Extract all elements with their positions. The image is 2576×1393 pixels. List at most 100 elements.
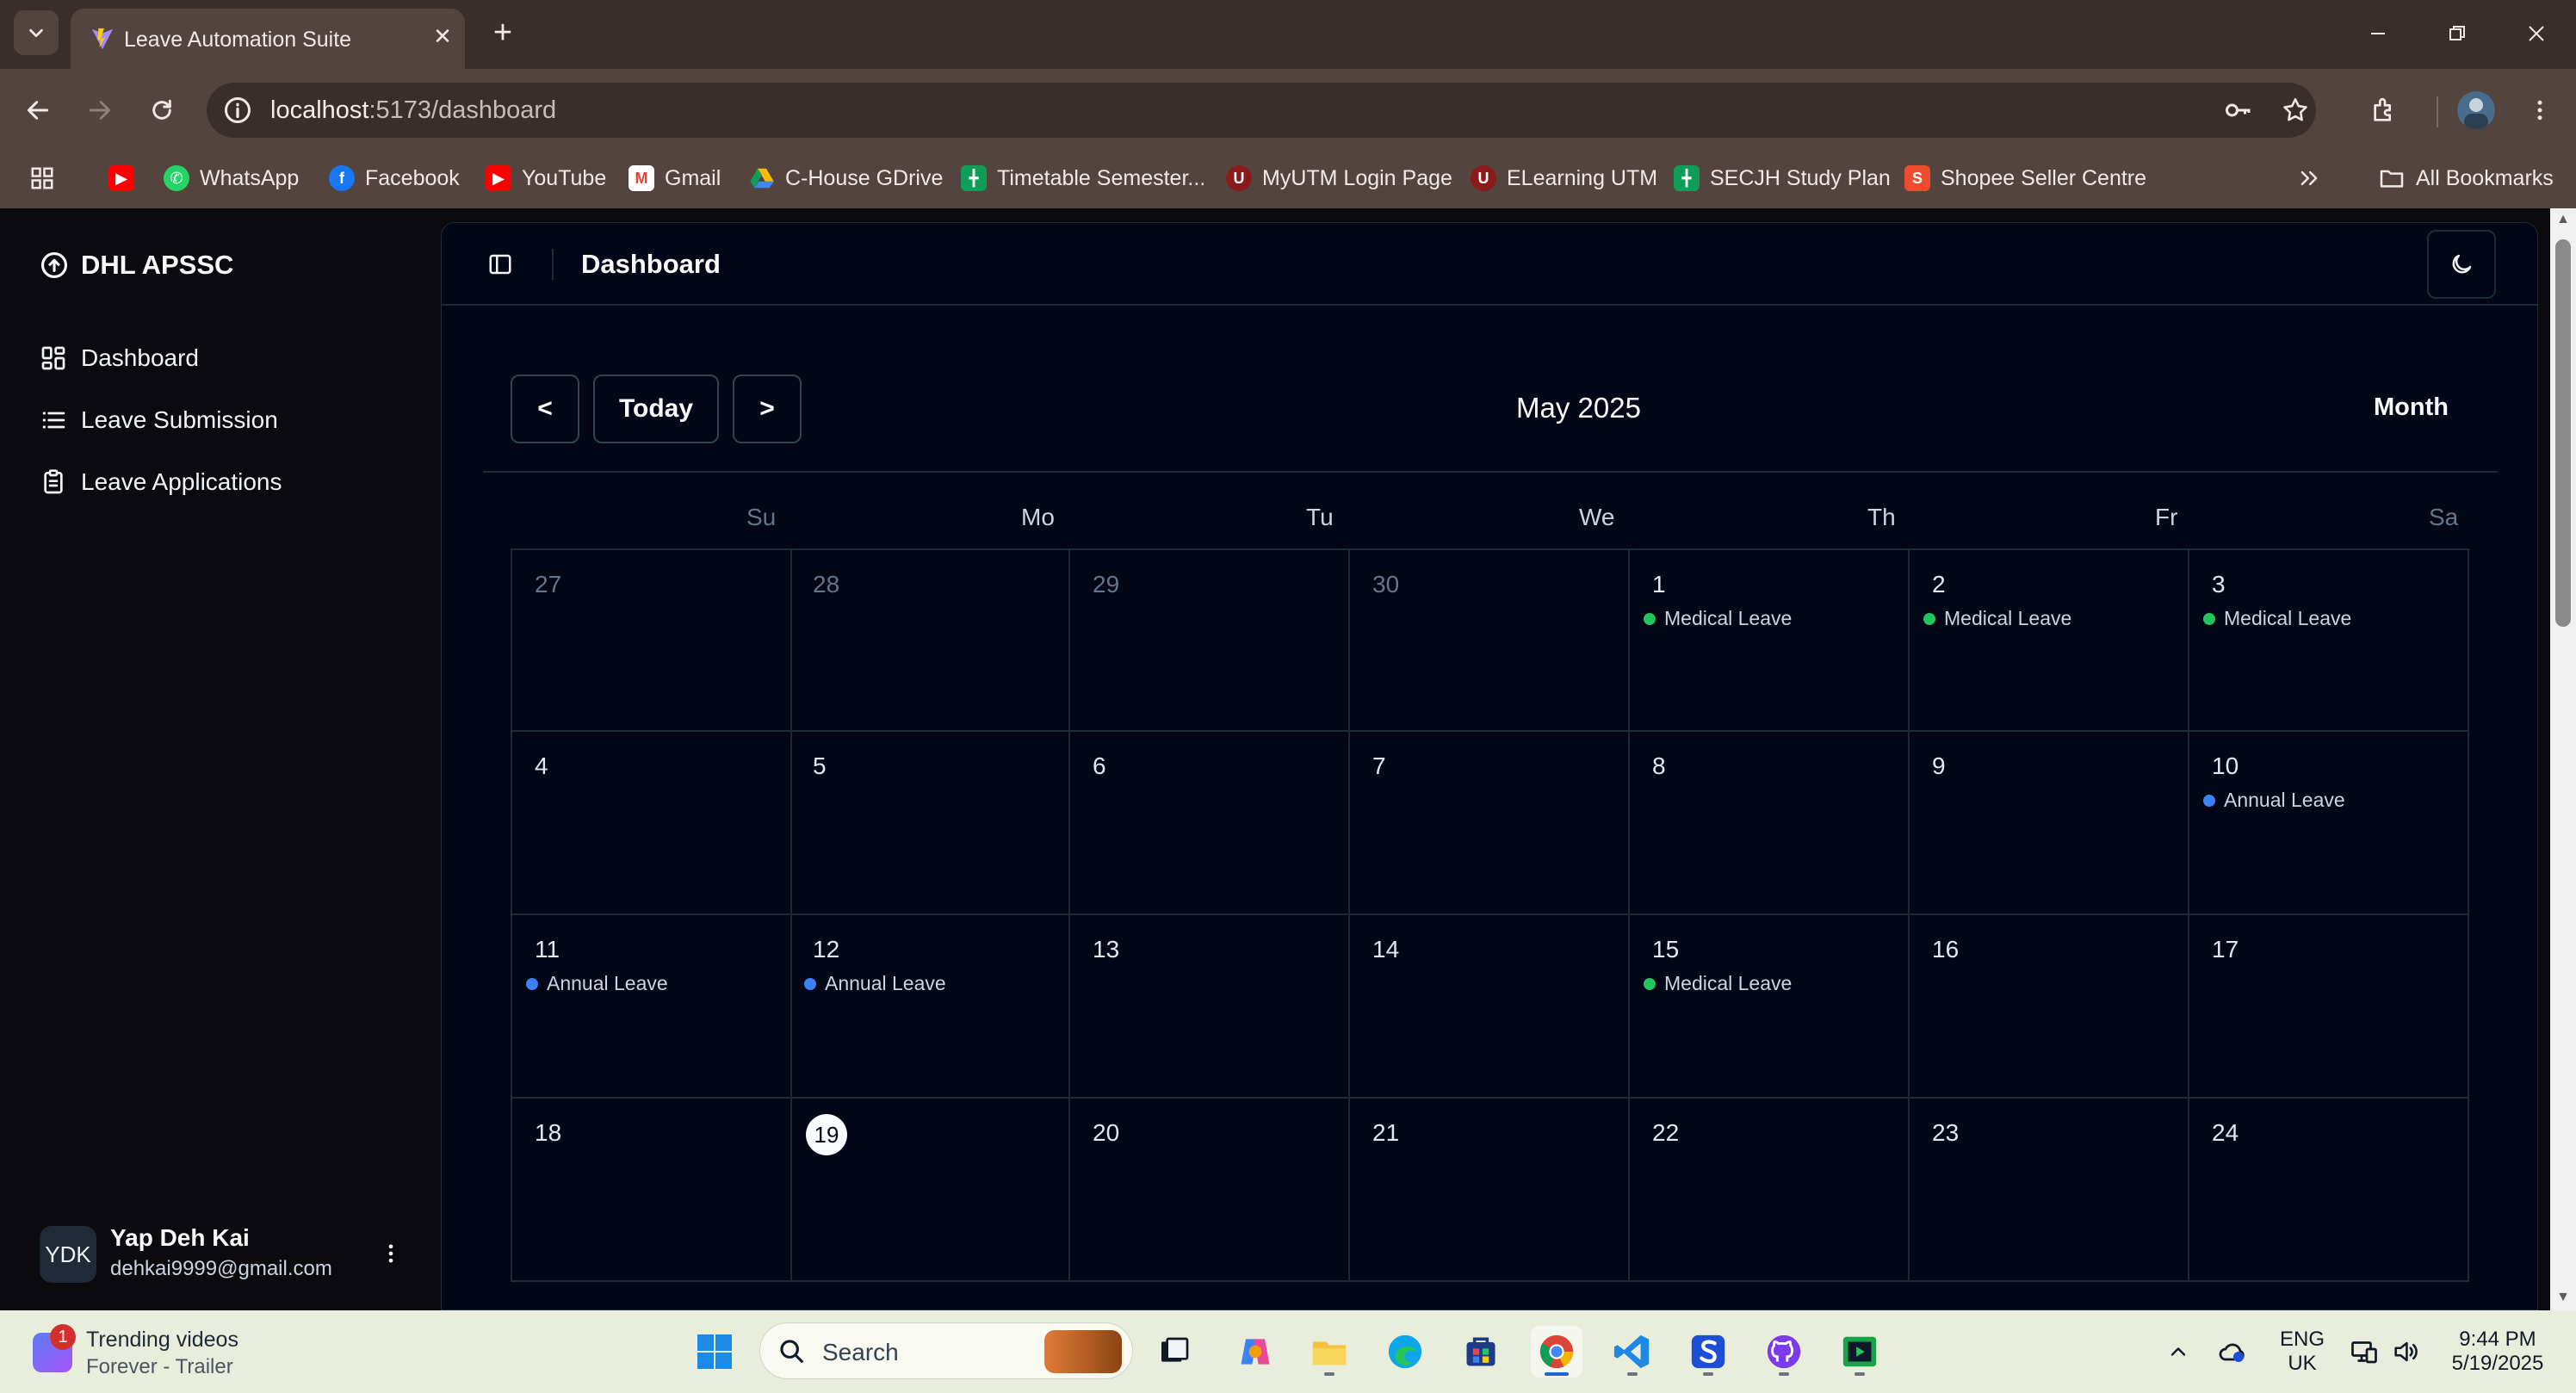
- bookmark-shopee[interactable]: S Shopee Seller Centre: [1904, 162, 2146, 195]
- calendar-day-cell[interactable]: 30: [1350, 548, 1630, 732]
- calendar-day-cell[interactable]: 5: [790, 732, 1070, 915]
- copilot-button[interactable]: [1229, 1326, 1281, 1378]
- leave-event-annual[interactable]: Annual Leave: [804, 972, 946, 995]
- calendar-day-cell[interactable]: 16: [1910, 915, 2189, 1099]
- calendar-day-cell[interactable]: 23: [1910, 1099, 2189, 1282]
- calendar-next-button[interactable]: >: [733, 375, 802, 443]
- start-button[interactable]: [689, 1326, 740, 1378]
- site-info-icon[interactable]: [222, 95, 253, 126]
- scrollbar-thumb[interactable]: [2555, 239, 2571, 627]
- bookmark-youtube[interactable]: ▶ YouTube: [486, 162, 606, 195]
- calendar-prev-button[interactable]: <: [511, 375, 579, 443]
- bookmark-whatsapp[interactable]: ✆ WhatsApp: [164, 162, 299, 195]
- calendar-day-cell[interactable]: 7: [1350, 732, 1630, 915]
- user-profile[interactable]: YDK Yap Deh Kai dehkai9999@gmail.com: [40, 1216, 410, 1293]
- sidebar-toggle-icon[interactable]: [481, 245, 519, 283]
- github-desktop-button[interactable]: [1758, 1326, 1810, 1378]
- leave-event-annual[interactable]: Annual Leave: [526, 972, 668, 995]
- calendar-day-cell[interactable]: 13: [1070, 915, 1350, 1099]
- leave-event-annual[interactable]: Annual Leave: [2203, 789, 2345, 812]
- media-app-button[interactable]: [1834, 1326, 1886, 1378]
- clock[interactable]: 9:44 PM 5/19/2025: [2440, 1328, 2555, 1376]
- language-indicator[interactable]: ENG UK: [2276, 1328, 2328, 1376]
- calendar-day-cell[interactable]: 14: [1350, 915, 1630, 1099]
- taskbar-search[interactable]: Search: [759, 1322, 1133, 1379]
- calendar-day-cell[interactable]: 2 Medical Leave: [1910, 548, 2189, 732]
- tab-search-button[interactable]: [14, 10, 59, 55]
- calendar-day-cell[interactable]: 8: [1630, 732, 1910, 915]
- onedrive-icon[interactable]: [2208, 1326, 2259, 1378]
- bookmark-facebook[interactable]: f Facebook: [329, 162, 460, 195]
- profile-avatar[interactable]: [2457, 91, 2495, 129]
- calendar-day-cell[interactable]: 21: [1350, 1099, 1630, 1282]
- leave-event-medical[interactable]: Medical Leave: [1923, 607, 2071, 630]
- calendar-view-selector[interactable]: Month: [2374, 393, 2449, 422]
- password-key-icon[interactable]: [2221, 93, 2256, 127]
- theme-toggle-button[interactable]: [2427, 230, 2496, 299]
- new-tab-button[interactable]: +: [484, 14, 522, 52]
- calendar-day-cell[interactable]: 18: [511, 1099, 792, 1282]
- close-tab-icon[interactable]: ✕: [427, 21, 458, 52]
- close-window-icon[interactable]: [2512, 12, 2561, 55]
- calendar-today-button[interactable]: Today: [593, 375, 719, 443]
- scroll-down-icon[interactable]: ▼: [2555, 1290, 2571, 1305]
- file-explorer-button[interactable]: [1303, 1326, 1355, 1378]
- edge-button[interactable]: [1379, 1326, 1431, 1378]
- calendar-day-cell[interactable]: 4: [511, 732, 792, 915]
- calendar-day-cell[interactable]: 24: [2189, 1099, 2469, 1282]
- facebook-icon: f: [329, 165, 355, 191]
- scroll-up-icon[interactable]: ▲: [2555, 212, 2571, 227]
- task-view-button[interactable]: [1149, 1326, 1200, 1378]
- bookmark-secjh[interactable]: ╋ SECJH Study Plan: [1674, 162, 1891, 195]
- calendar-day-cell[interactable]: 22: [1630, 1099, 1910, 1282]
- brand[interactable]: DHL APSSC: [40, 250, 233, 281]
- calendar-day-cell[interactable]: 11 Annual Leave: [511, 915, 792, 1099]
- calendar-day-cell[interactable]: 27: [511, 548, 792, 732]
- tray-overflow-icon[interactable]: [2152, 1326, 2204, 1378]
- minimize-icon[interactable]: [2354, 12, 2402, 55]
- bookmark-timetable[interactable]: ╋ Timetable Semester...: [961, 162, 1205, 195]
- more-bookmarks-icon[interactable]: [2297, 162, 2321, 195]
- nav-item-leave-submission[interactable]: Leave Submission: [40, 406, 278, 434]
- bookmark-elearning[interactable]: U ELearning UTM: [1471, 162, 1657, 195]
- calendar-day-cell[interactable]: 29: [1070, 548, 1350, 732]
- leave-event-medical[interactable]: Medical Leave: [2203, 607, 2351, 630]
- page-scrollbar[interactable]: ▲ ▼: [2550, 208, 2576, 1310]
- browser-menu-icon[interactable]: [2517, 88, 2562, 133]
- chrome-button[interactable]: [1531, 1326, 1582, 1378]
- calendar-day-cell[interactable]: 10 Annual Leave: [2189, 732, 2469, 915]
- volume-icon[interactable]: [2380, 1326, 2431, 1378]
- app-s-button[interactable]: [1682, 1326, 1734, 1378]
- calendar-day-cell[interactable]: 28: [790, 548, 1070, 732]
- restore-icon[interactable]: [2433, 12, 2481, 55]
- calendar-day-cell[interactable]: 19: [790, 1099, 1070, 1282]
- bookmark-youtube-icon-only[interactable]: ▶: [108, 162, 134, 195]
- leave-event-medical[interactable]: Medical Leave: [1644, 607, 1792, 630]
- forward-button[interactable]: [77, 88, 122, 133]
- vscode-button[interactable]: [1607, 1326, 1658, 1378]
- calendar-day-cell[interactable]: 12 Annual Leave: [790, 915, 1070, 1099]
- extensions-icon[interactable]: [2362, 88, 2407, 133]
- reload-button[interactable]: [139, 88, 184, 133]
- bookmark-c-house-gdrive[interactable]: C-House GDrive: [749, 162, 943, 195]
- calendar-day-cell[interactable]: 9: [1910, 732, 2189, 915]
- calendar-day-cell[interactable]: 6: [1070, 732, 1350, 915]
- nav-item-dashboard[interactable]: Dashboard: [40, 344, 199, 372]
- bookmark-myutm[interactable]: U MyUTM Login Page: [1226, 162, 1452, 195]
- calendar-day-cell[interactable]: 1 Medical Leave: [1630, 548, 1910, 732]
- calendar-day-cell[interactable]: 17: [2189, 915, 2469, 1099]
- address-bar[interactable]: localhost:5173/dashboard: [207, 83, 2316, 138]
- all-bookmarks[interactable]: All Bookmarks: [2378, 162, 2554, 195]
- nav-item-leave-applications[interactable]: Leave Applications: [40, 468, 282, 496]
- calendar-day-cell[interactable]: 3 Medical Leave: [2189, 548, 2469, 732]
- calendar-day-cell[interactable]: 20: [1070, 1099, 1350, 1282]
- back-button[interactable]: [15, 88, 60, 133]
- more-vertical-icon[interactable]: [372, 1235, 410, 1272]
- calendar-day-cell[interactable]: 15 Medical Leave: [1630, 915, 1910, 1099]
- bookmark-star-icon[interactable]: [2278, 93, 2313, 127]
- active-tab[interactable]: Leave Automation Suite ✕: [71, 9, 465, 69]
- store-button[interactable]: [1455, 1326, 1507, 1378]
- apps-grid-icon[interactable]: [29, 162, 55, 195]
- bookmark-gmail[interactable]: M Gmail: [629, 162, 721, 195]
- leave-event-medical[interactable]: Medical Leave: [1644, 972, 1792, 995]
